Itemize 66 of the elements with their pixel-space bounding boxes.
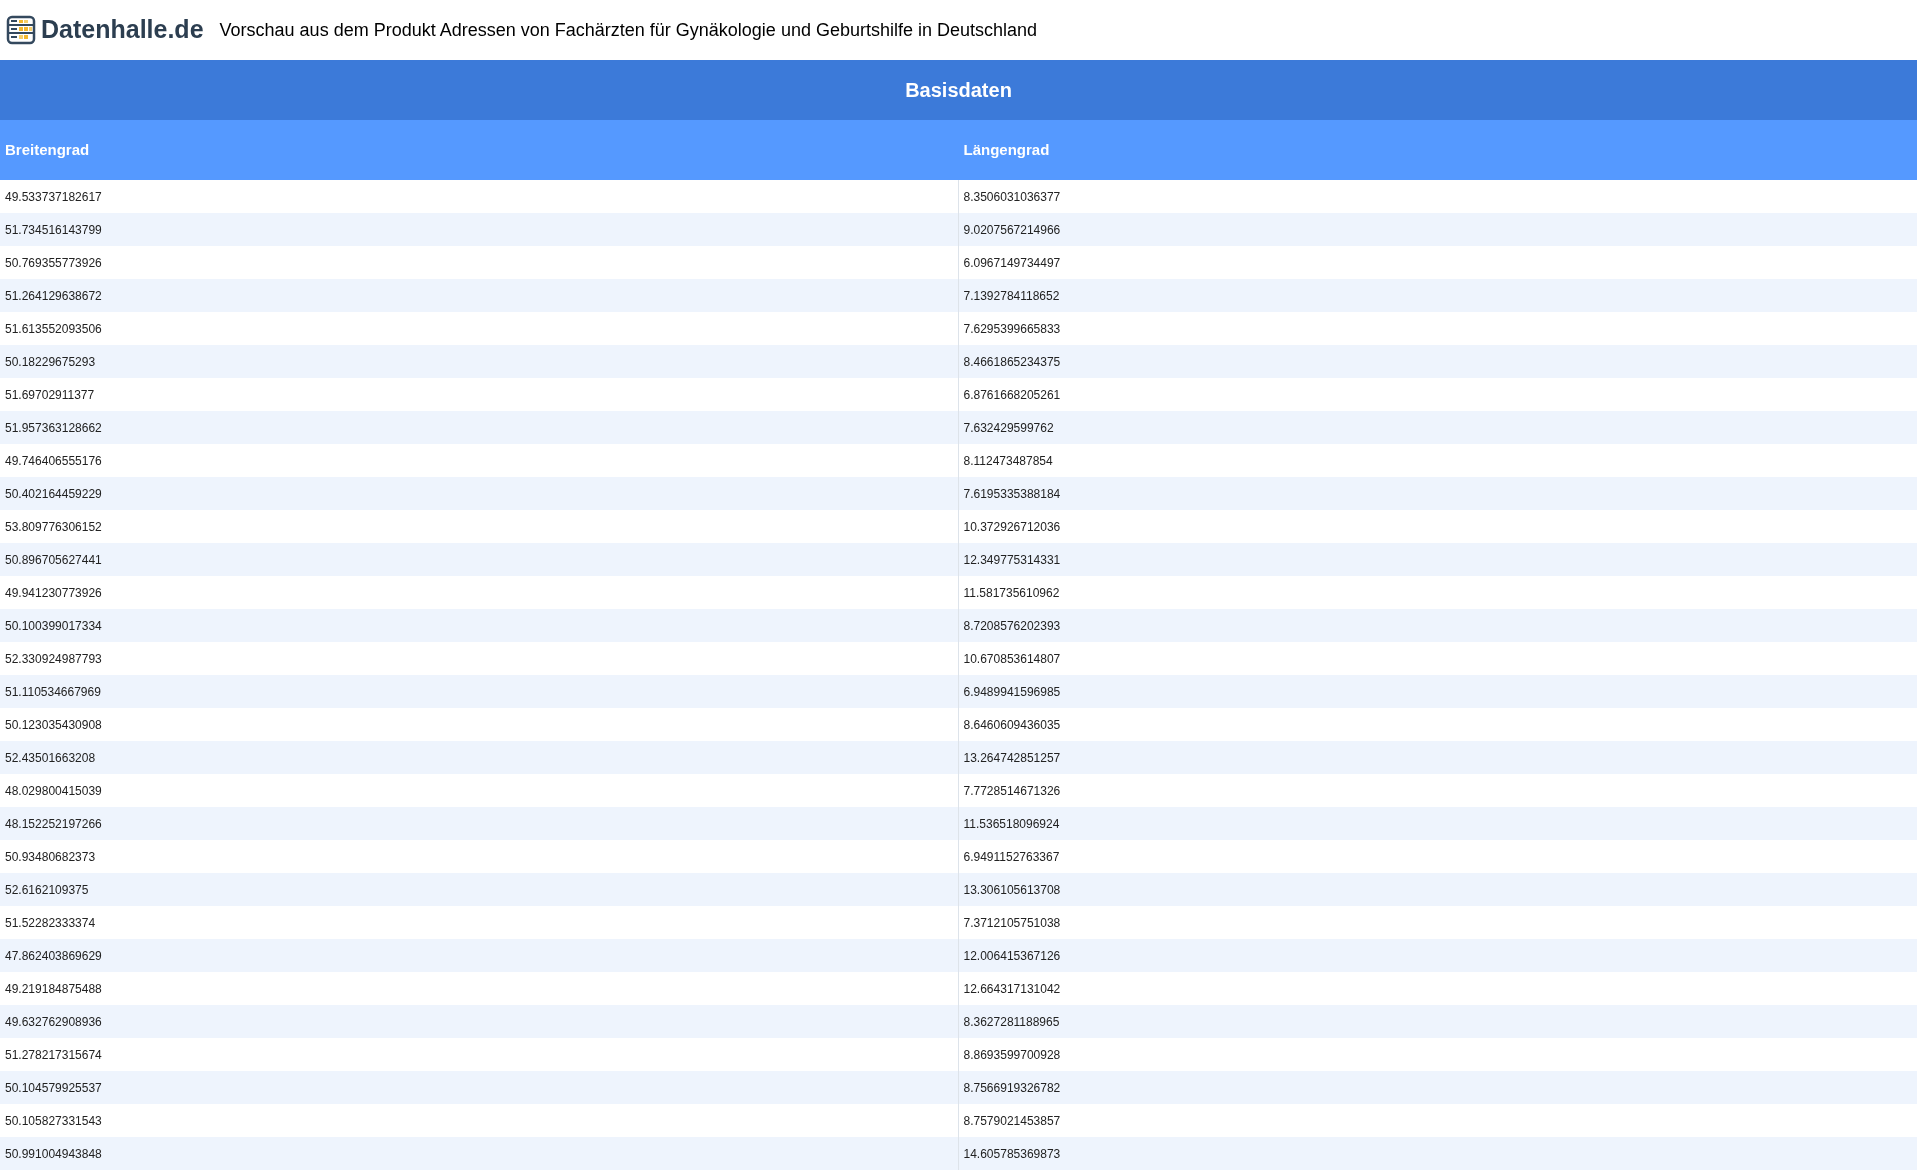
- table-cell-text: 50.769355773926: [5, 254, 102, 272]
- table-cell-text: 51.110534667969: [5, 683, 101, 701]
- table-cell-text: 8.3506031036377: [963, 188, 1061, 206]
- table-cell-text: 49.533737182617: [5, 188, 102, 206]
- table-cell-text: 8.7208576202393: [963, 617, 1061, 635]
- table-cell-text: 7.6195335388184: [963, 485, 1061, 503]
- table-cell-text: 6.9491152763367: [963, 848, 1060, 866]
- table-cell-text: 8.4661865234375: [963, 353, 1061, 371]
- table-cell-text: 8.6460609436035: [963, 716, 1061, 734]
- table-cell-text: 7.7728514671326: [963, 782, 1061, 800]
- table-cell-text: 50.991004943848: [5, 1145, 102, 1163]
- table-cell-text: 51.613552093506: [5, 320, 102, 338]
- table-cell-text: 51.52282333374: [5, 914, 96, 932]
- table-cell-text: 50.105827331543: [5, 1112, 102, 1130]
- table-cell-text: 9.0207567214966: [963, 221, 1061, 239]
- table-cell-text: 48.152252197266: [5, 815, 102, 833]
- table-cell-text: 50.402164459229: [5, 485, 102, 503]
- table-cell-text: 7.632429599762: [963, 419, 1054, 437]
- table-cell-text: 51.957363128662: [5, 419, 102, 437]
- table-cell-text: 11.581735610962: [963, 584, 1060, 602]
- table-cell-text: 52.43501663208: [5, 749, 96, 767]
- table-cell-text: 8.3627281188965: [963, 1013, 1060, 1031]
- table-cell-text: 10.372926712036: [963, 518, 1061, 536]
- table-cell-text: 49.746406555176: [5, 452, 102, 470]
- table-cell-text: 50.104579925537: [5, 1079, 102, 1097]
- table-cell-text: 6.0967149734497: [963, 254, 1061, 272]
- table-cell-text: 50.896705627441: [5, 551, 102, 569]
- table-cell-text: 12.006415367126: [963, 947, 1061, 965]
- table-cell-text: 11.536518096924: [963, 815, 1060, 833]
- table-cell-text: 7.1392784118652: [963, 287, 1060, 305]
- table-cell-text: 6.8761668205261: [963, 386, 1061, 404]
- page-title: Vorschau aus dem Produkt Adressen von Fachärzten für Gynäkologie und Geburtshilfe in Deutschland: [219, 18, 1038, 42]
- table-cell-text: 50.18229675293: [5, 353, 96, 371]
- table-cell-text: 14.605785369873: [963, 1145, 1061, 1163]
- table-cell-text: 51.69702911377: [5, 386, 95, 404]
- table-cell-text: 8.112473487854: [963, 452, 1053, 470]
- table-cell-text: 49.941230773926: [5, 584, 102, 602]
- table-cell-text: 10.670853614807: [963, 650, 1061, 668]
- table-cell-text: 8.7579021453857: [963, 1112, 1061, 1130]
- section-header: Basisdaten: [0, 60, 1917, 120]
- table-cell-text: 8.8693599700928: [963, 1046, 1061, 1064]
- table-cell-text: 50.93480682373: [5, 848, 96, 866]
- table-cell-text: 12.349775314331: [963, 551, 1061, 569]
- table-cell-text: 12.664317131042: [963, 980, 1061, 998]
- table-cell-text: 7.6295399665833: [963, 320, 1061, 338]
- server-logo-icon: [5, 14, 37, 46]
- table-cell-text: 51.264129638672: [5, 287, 102, 305]
- table-cell-text: 8.7566919326782: [963, 1079, 1061, 1097]
- table-cell-text: 13.306105613708: [963, 881, 1061, 899]
- table-cell-text: 48.029800415039: [5, 782, 102, 800]
- table-cell-text: 49.219184875488: [5, 980, 102, 998]
- table-cell-text: 6.9489941596985: [963, 683, 1061, 701]
- table-cell-text: 50.123035430908: [5, 716, 102, 734]
- table-cell-text: 52.6162109375: [5, 881, 89, 899]
- table-cell-text: 50.100399017334: [5, 617, 102, 635]
- table-cell-text: 13.264742851257: [963, 749, 1061, 767]
- table-cell-text: 7.3712105751038: [963, 914, 1061, 932]
- table-cell-text: 51.278217315674: [5, 1046, 102, 1064]
- table-cell-text: 52.330924987793: [5, 650, 102, 668]
- table-cell-text: 49.632762908936: [5, 1013, 102, 1031]
- column-header: Längengrad: [963, 139, 1050, 160]
- column-header: Breitengrad: [5, 139, 90, 160]
- table-cell-text: 47.862403869629: [5, 947, 102, 965]
- table-cell-text: 51.734516143799: [5, 221, 102, 239]
- table-cell-text: 53.809776306152: [5, 518, 102, 536]
- logo-text: Datenhalle.de: [41, 14, 204, 46]
